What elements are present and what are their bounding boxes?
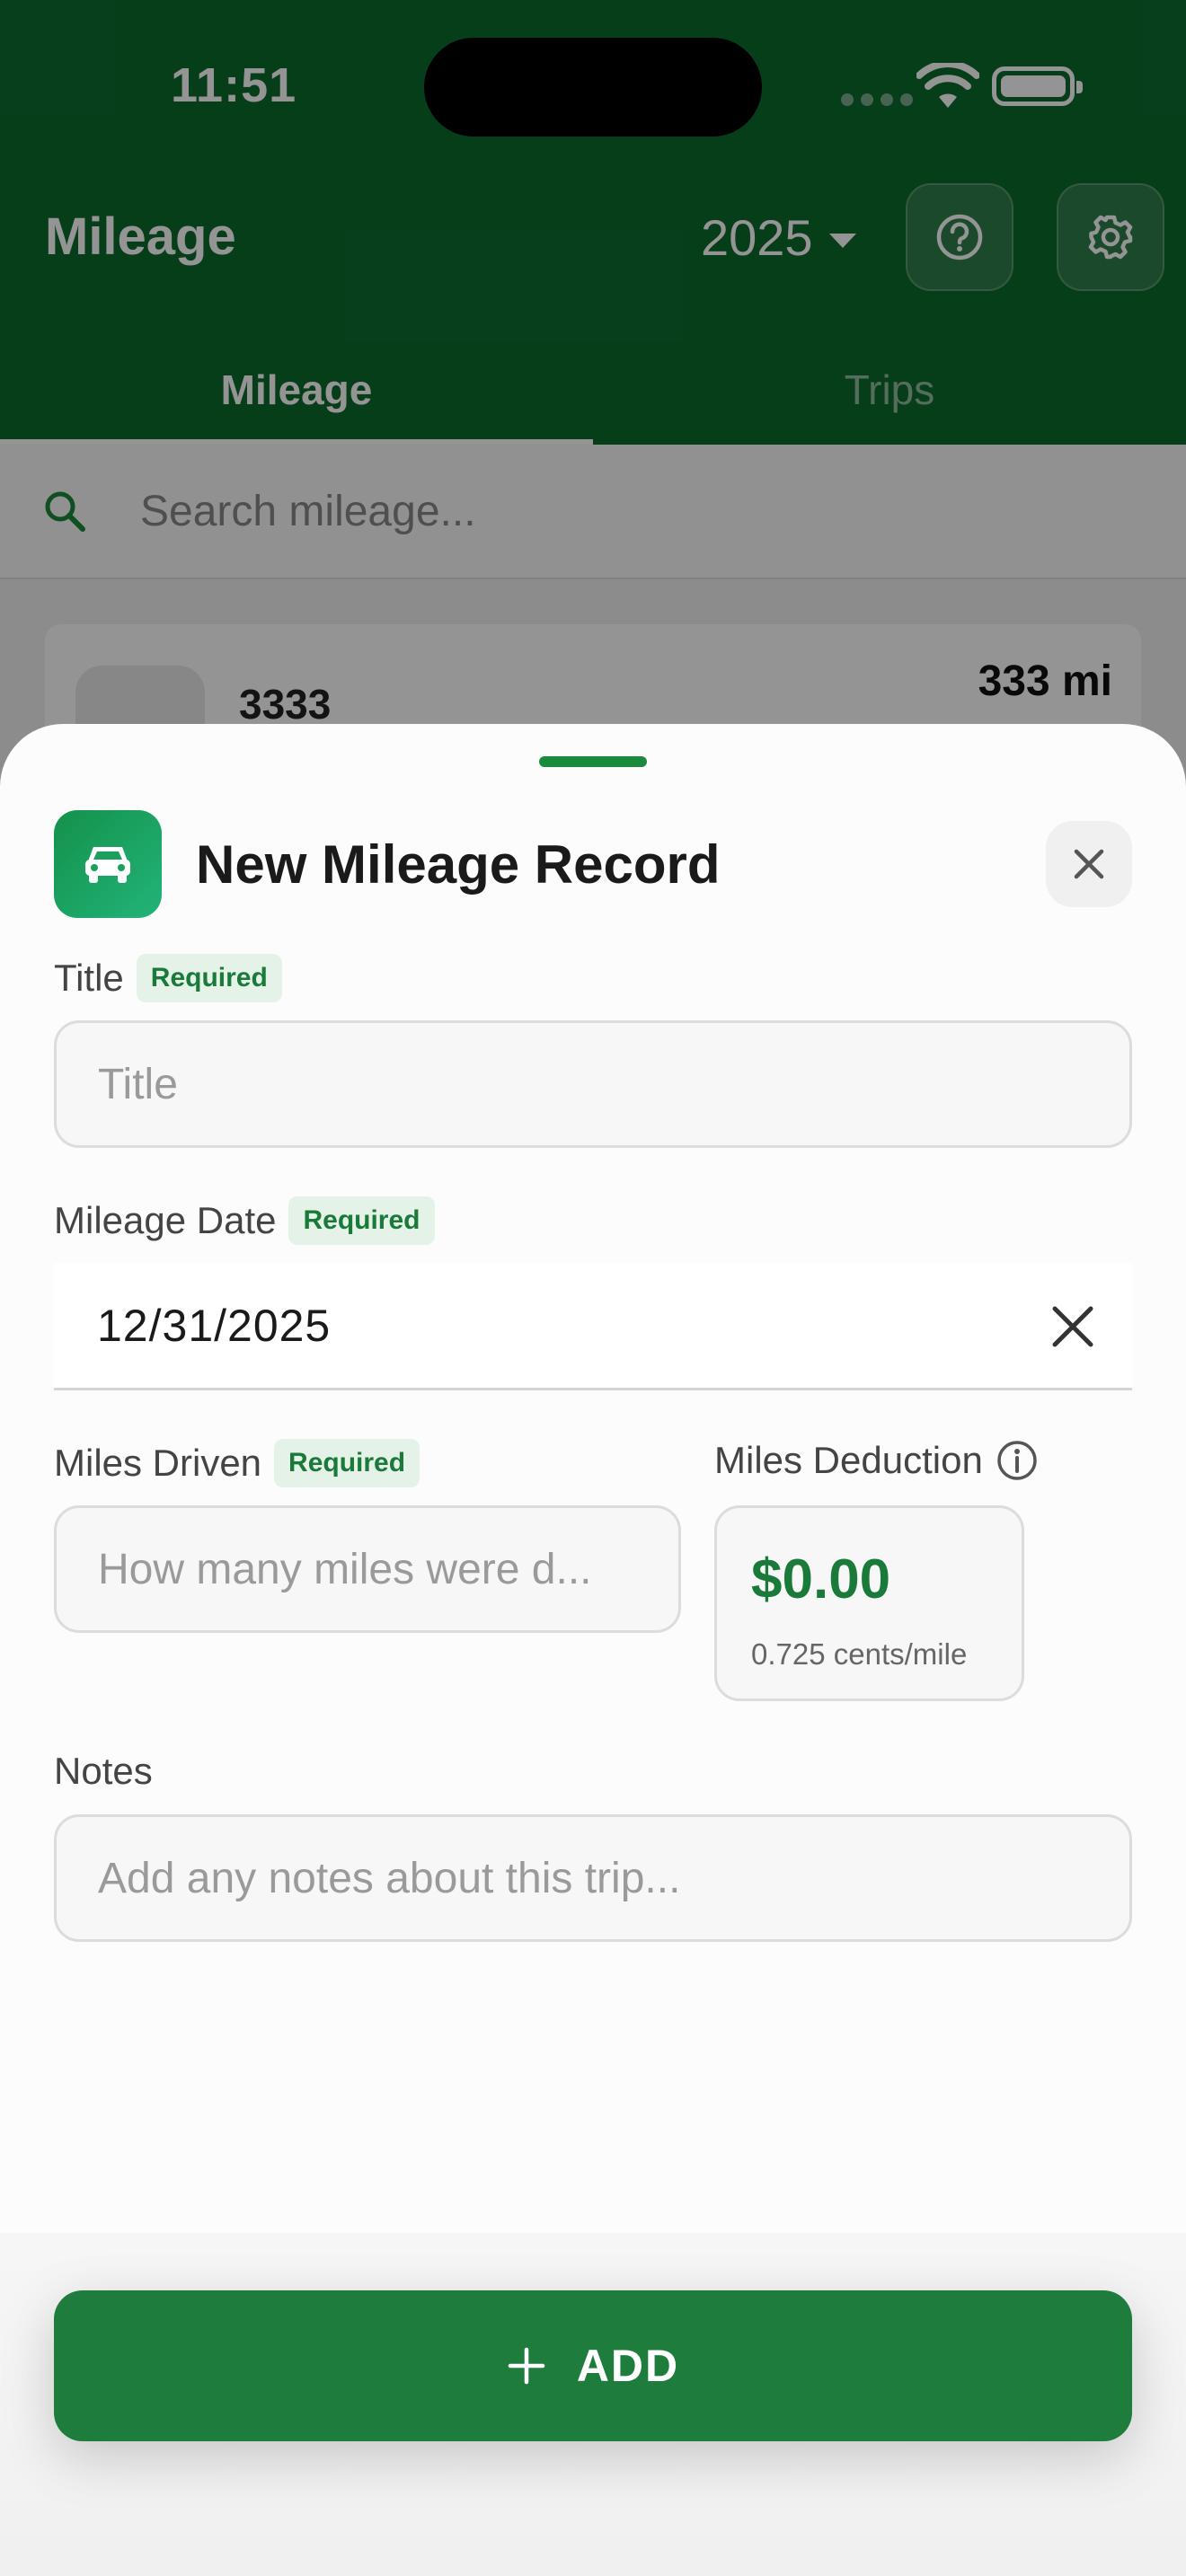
sheet-title: New Mileage Record (196, 834, 721, 895)
info-icon[interactable] (996, 1439, 1039, 1482)
date-value: 12/31/2025 (97, 1300, 332, 1351)
add-button-label: ADD (576, 2341, 680, 2391)
deduction-amount: $0.00 (751, 1548, 891, 1610)
sheet-grabber[interactable] (539, 756, 647, 767)
required-badge: Required (274, 1439, 420, 1487)
add-button[interactable]: ADD (54, 2290, 1132, 2441)
plus-icon (508, 2347, 545, 2385)
app-screen: 11:51 Mileage 2025 Mileage Trips Search … (0, 0, 1186, 2576)
date-field[interactable]: 12/31/2025 (54, 1263, 1132, 1390)
notes-label-row: Notes (54, 1750, 153, 1793)
close-button[interactable] (1046, 821, 1132, 907)
deduction-label-row: Miles Deduction (714, 1439, 1039, 1482)
notes-input[interactable]: Add any notes about this trip... (54, 1814, 1132, 1942)
notes-label: Notes (54, 1750, 153, 1792)
date-label-row: Mileage Date Required (54, 1196, 435, 1245)
miles-input[interactable]: How many miles were d... (54, 1505, 681, 1633)
required-badge: Required (288, 1196, 435, 1245)
title-input[interactable]: Title (54, 1020, 1132, 1148)
required-badge: Required (136, 954, 282, 1002)
date-label: Mileage Date (54, 1199, 277, 1241)
deduction-rate: 0.725 cents/mile (751, 1637, 968, 1671)
new-mileage-sheet: New Mileage Record Title Required Title … (0, 724, 1186, 2576)
title-label-row: Title Required (54, 954, 282, 1002)
deduction-card: $0.00 0.725 cents/mile (714, 1505, 1024, 1701)
title-label: Title (54, 957, 124, 999)
clear-icon[interactable] (1048, 1301, 1098, 1352)
close-icon (1074, 849, 1104, 879)
deduction-label: Miles Deduction (714, 1439, 983, 1481)
car-icon (54, 810, 162, 918)
miles-label-row: Miles Driven Required (54, 1439, 420, 1487)
miles-label: Miles Driven (54, 1442, 262, 1484)
